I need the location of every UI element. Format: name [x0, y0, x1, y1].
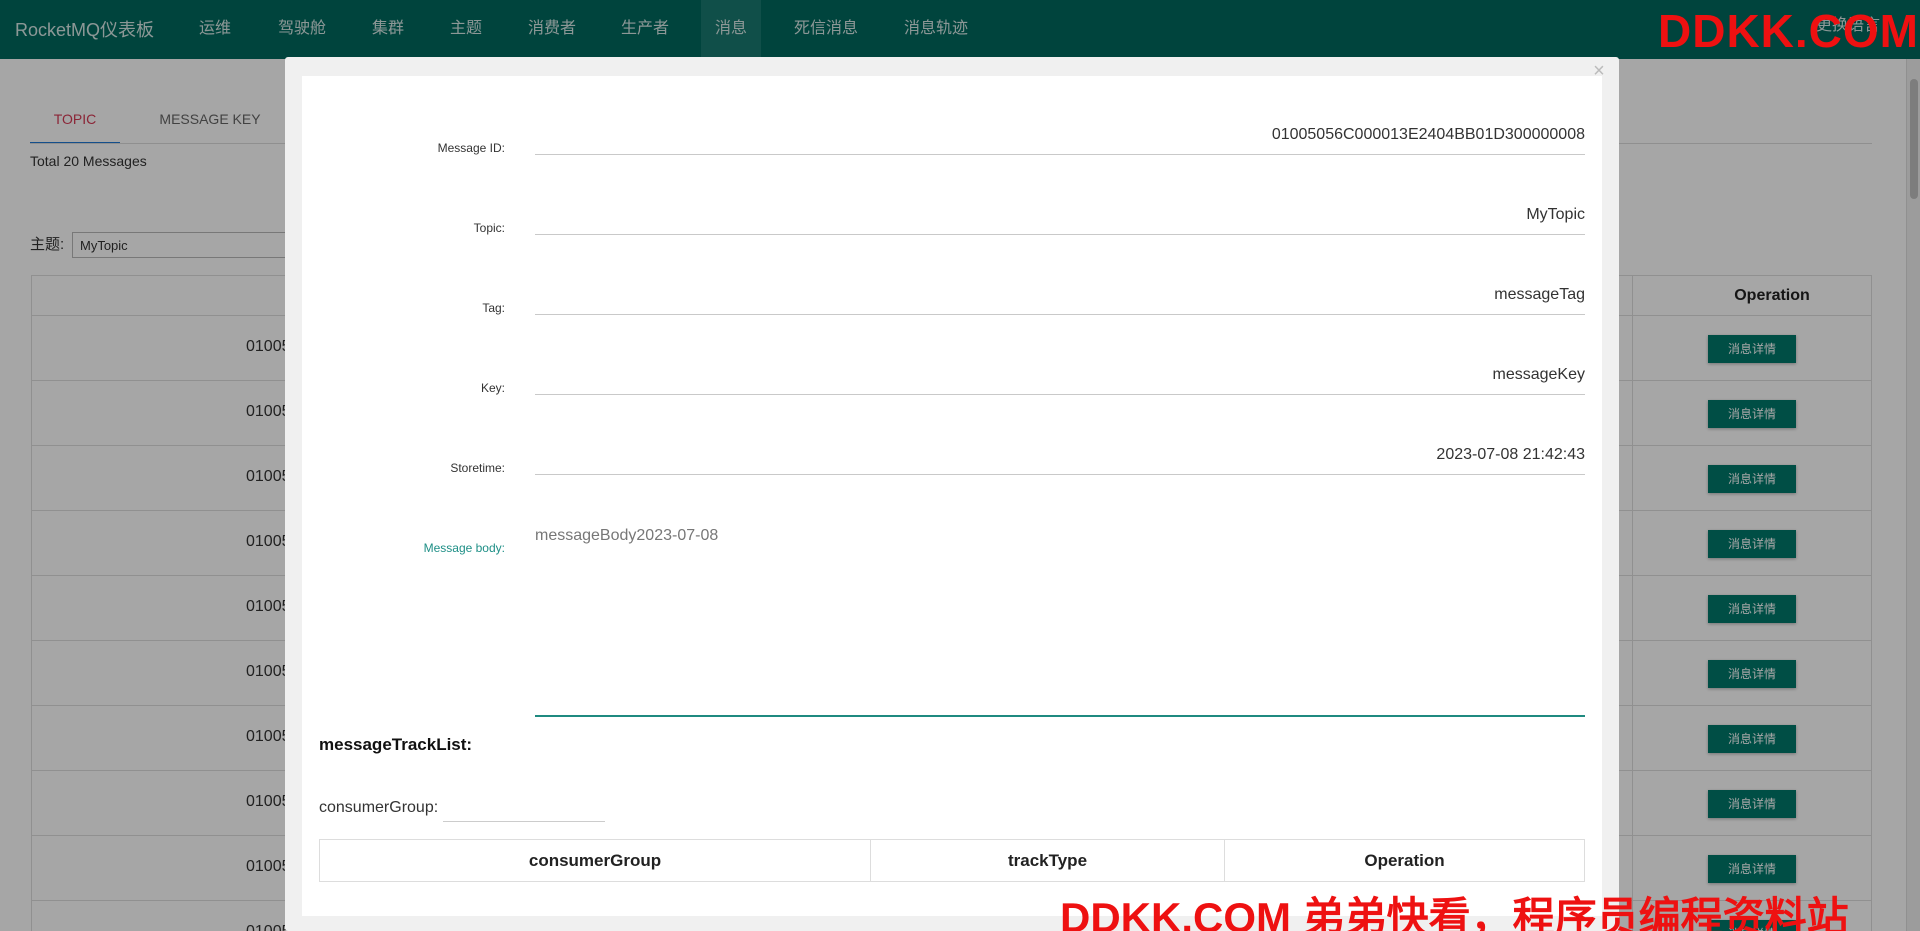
message-track-list-title: messageTrackList:: [319, 735, 473, 754]
close-icon[interactable]: ×: [1589, 60, 1609, 83]
tag-field-underline: [535, 314, 1585, 315]
watermark-bottom: DDKK.COM 弟弟快看，程序员编程资料站: [1060, 894, 1849, 931]
message-body-textarea[interactable]: messageBody2023-07-08: [535, 527, 718, 545]
message-body-label: Message body:: [423, 541, 505, 555]
key-field-value: messageKey: [1492, 366, 1586, 383]
message-detail-panel: [302, 76, 1602, 916]
key-field-underline: [535, 394, 1585, 395]
message-body-underline: [535, 715, 1585, 717]
watermark-top: DDKK.COM: [1658, 5, 1919, 57]
key-field-label: Key:: [480, 381, 505, 395]
message-id-value: 01005056C000013E2404BB01D300000008: [1271, 126, 1585, 143]
message-id-underline: [535, 154, 1585, 155]
consumer-group-label: consumerGroup:: [319, 799, 439, 816]
track-table-header: consumerGroup trackType Operation: [319, 839, 1585, 882]
storetime-field-value: 2023-07-08 21:42:43: [1436, 446, 1585, 463]
storetime-field-label: Storetime:: [450, 461, 505, 475]
track-col-track-type: trackType: [871, 840, 1225, 881]
topic-field-label: Topic:: [473, 221, 505, 235]
topic-field-underline: [535, 234, 1585, 235]
storetime-field-underline: [535, 474, 1585, 475]
track-col-operation: Operation: [1364, 851, 1445, 870]
track-col-consumer-group: consumerGroup: [320, 840, 871, 881]
message-id-label: Message ID:: [437, 141, 505, 155]
consumer-group-input[interactable]: [443, 796, 605, 822]
tag-field-value: messageTag: [1494, 286, 1585, 303]
topic-field-value: MyTopic: [1526, 206, 1585, 223]
tag-field-label: Tag:: [482, 301, 505, 315]
